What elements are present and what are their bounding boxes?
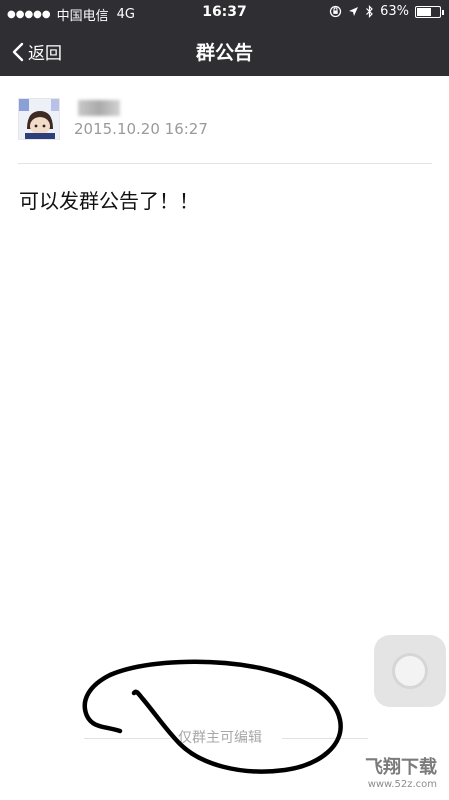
post-datetime: 2015.10.20 16:27 bbox=[74, 120, 208, 138]
watermark-logo: 飞翔下载 bbox=[365, 757, 437, 778]
avatar[interactable] bbox=[18, 98, 60, 140]
author-name-blurred bbox=[78, 100, 120, 116]
assistive-touch-icon bbox=[392, 653, 428, 689]
watermark: 飞翔下载 www.52z.com bbox=[365, 753, 437, 790]
bluetooth-icon bbox=[366, 5, 373, 18]
battery-icon bbox=[415, 5, 444, 18]
avatar-image bbox=[19, 99, 59, 139]
status-bar: ●●●●● 中国电信 4G 16:37 63% bbox=[0, 0, 449, 26]
battery-percent: 63% bbox=[380, 4, 409, 19]
edit-permission-note: 仅群主可编辑 bbox=[178, 730, 262, 746]
page-title: 群公告 bbox=[195, 42, 253, 64]
assistive-touch-button[interactable] bbox=[374, 635, 446, 707]
footer-divider-right bbox=[282, 738, 368, 739]
footer-divider-left bbox=[84, 738, 170, 739]
announcement-author: 2015.10.20 16:27 bbox=[18, 98, 438, 148]
status-right: 63% bbox=[329, 4, 444, 19]
location-arrow-icon bbox=[349, 7, 359, 16]
battery-fill bbox=[417, 7, 431, 16]
rotation-lock-icon bbox=[329, 5, 342, 18]
announcement-content: 可以发群公告了！！ bbox=[19, 189, 199, 213]
navigation-bar: 返回 群公告 bbox=[0, 26, 449, 76]
divider bbox=[18, 163, 432, 164]
watermark-url: www.52z.com bbox=[367, 779, 437, 790]
